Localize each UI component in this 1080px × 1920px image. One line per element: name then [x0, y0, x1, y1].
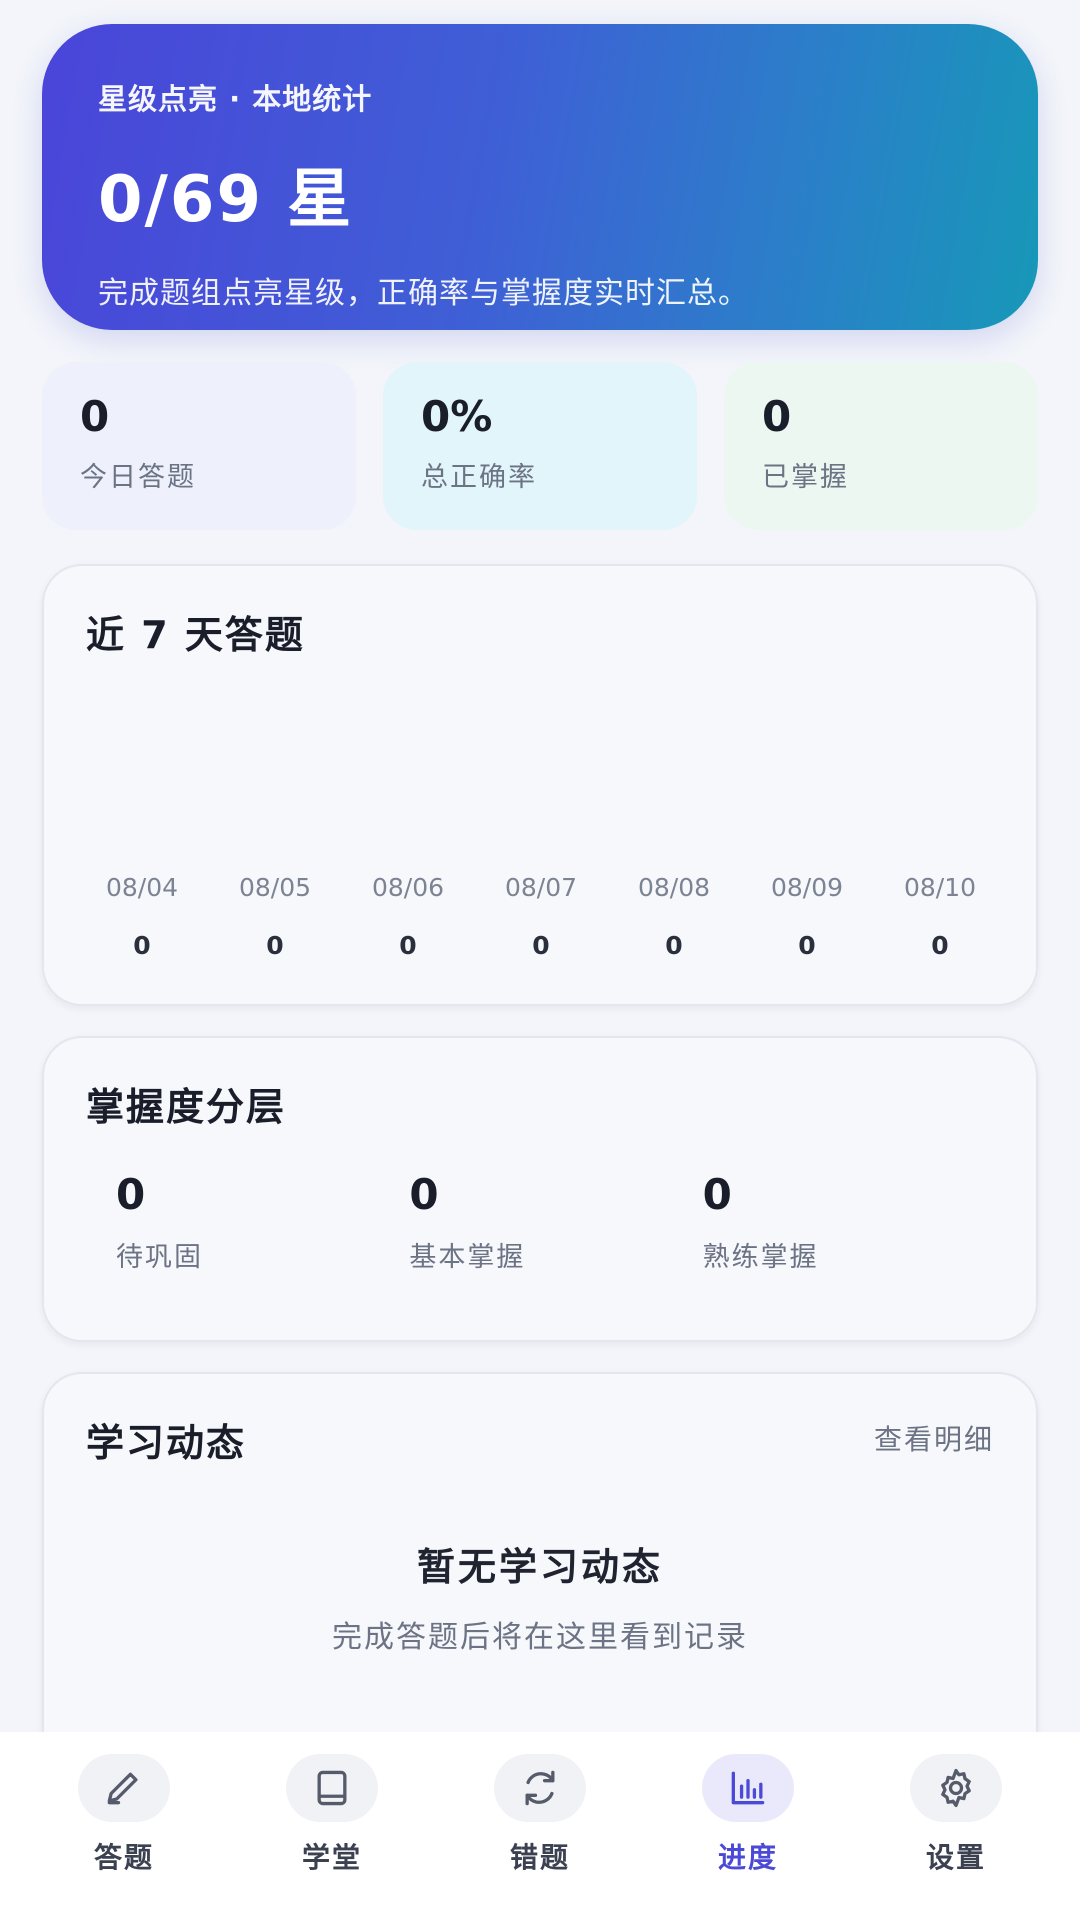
chart-value-label: 0 — [399, 931, 416, 960]
nav-item-mistakes[interactable]: 错题 — [460, 1754, 620, 1920]
mastery-levels-card: 掌握度分层 0 待巩固 0 基本掌握 0 熟练掌握 — [42, 1036, 1038, 1342]
mastery-item-to-consolidate: 0 待巩固 — [116, 1170, 409, 1274]
chart-date-label: 08/05 — [239, 873, 311, 902]
chart-date-label: 08/09 — [771, 873, 843, 902]
bar-chart-icon — [702, 1754, 794, 1822]
nav-label: 进度 — [717, 1841, 778, 1874]
view-details-link[interactable]: 查看明细 — [874, 1418, 994, 1458]
mastery-item-basic: 0 基本掌握 — [409, 1170, 702, 1274]
nav-item-classroom[interactable]: 学堂 — [252, 1754, 412, 1920]
hero-star-count: 0/69 星 — [98, 163, 354, 237]
chart-value-label: 0 — [798, 931, 815, 960]
stat-label: 已掌握 — [762, 462, 849, 493]
mastery-value: 0 — [116, 1170, 146, 1219]
nav-item-settings[interactable]: 设置 — [876, 1754, 1036, 1920]
refresh-icon — [494, 1754, 586, 1822]
mastery-value: 0 — [409, 1170, 439, 1219]
empty-state-title: 暂无学习动态 — [416, 1545, 663, 1589]
stats-row: 0 今日答题 0% 总正确率 0 已掌握 — [42, 362, 1038, 530]
nav-label: 学堂 — [301, 1841, 362, 1874]
seven-day-chart-card: 近 7 天答题 08/04 0 08/05 0 08/06 0 08/07 0 08/08 0 08… — [42, 564, 1038, 1006]
mastery-item-proficient: 0 熟练掌握 — [703, 1170, 996, 1274]
book-icon — [286, 1754, 378, 1822]
pencil-icon — [78, 1754, 170, 1822]
chart-value-label: 0 — [133, 931, 150, 960]
chart-date-label: 08/07 — [505, 873, 577, 902]
bottom-nav: 答题 学堂 错题 进度 设置 — [0, 1732, 1080, 1920]
activity-title: 学习动态 — [86, 1421, 247, 1465]
stat-value: 0% — [421, 392, 493, 441]
chart-value-label: 0 — [931, 931, 948, 960]
stat-mastered: 0 已掌握 — [724, 362, 1038, 530]
stat-total-accuracy: 0% 总正确率 — [383, 362, 697, 530]
mastery-label: 待巩固 — [116, 1242, 203, 1273]
stat-today-answers: 0 今日答题 — [42, 362, 356, 530]
mastery-label: 基本掌握 — [409, 1242, 526, 1273]
stat-value: 0 — [762, 392, 792, 441]
learning-activity-card: 学习动态 查看明细 暂无学习动态 完成答题后将在这里看到记录 — [42, 1372, 1038, 1742]
chart-date-label: 08/10 — [904, 873, 976, 902]
mastery-value: 0 — [702, 1170, 732, 1219]
seven-day-bar-chart: 08/04 0 08/05 0 08/06 0 08/07 0 08/08 0 08/09 0 08/1… — [106, 873, 976, 960]
chart-value-label: 0 — [532, 931, 549, 960]
nav-label: 设置 — [925, 1841, 986, 1874]
mastery-row: 0 待巩固 0 基本掌握 0 熟练掌握 — [116, 1170, 996, 1274]
stat-label: 总正确率 — [421, 462, 537, 493]
hero-subtitle: 星级点亮 · 本地统计 — [98, 82, 373, 116]
chart-date-label: 08/06 — [372, 873, 444, 902]
hero-description: 完成题组点亮星级，正确率与掌握度实时汇总。 — [98, 276, 749, 311]
chart-date-label: 08/08 — [638, 873, 710, 902]
gear-icon — [910, 1754, 1002, 1822]
stars-hero-card: 星级点亮 · 本地统计 0/69 星 完成题组点亮星级，正确率与掌握度实时汇总。 — [42, 24, 1038, 330]
progress-page: 星级点亮 · 本地统计 0/69 星 完成题组点亮星级，正确率与掌握度实时汇总。… — [0, 0, 1080, 1920]
nav-label: 答题 — [93, 1841, 154, 1874]
stat-value: 0 — [80, 392, 110, 441]
chart-value-label: 0 — [665, 931, 682, 960]
chart-value-label: 0 — [266, 931, 283, 960]
nav-label: 错题 — [509, 1841, 570, 1874]
nav-item-answer[interactable]: 答题 — [44, 1754, 204, 1920]
nav-item-progress[interactable]: 进度 — [668, 1754, 828, 1920]
mastery-label: 熟练掌握 — [702, 1242, 819, 1273]
mastery-title: 掌握度分层 — [86, 1085, 287, 1129]
chart-date-label: 08/04 — [106, 873, 178, 902]
empty-state-description: 完成答题后将在这里看到记录 — [332, 1620, 748, 1655]
stat-label: 今日答题 — [80, 462, 196, 493]
